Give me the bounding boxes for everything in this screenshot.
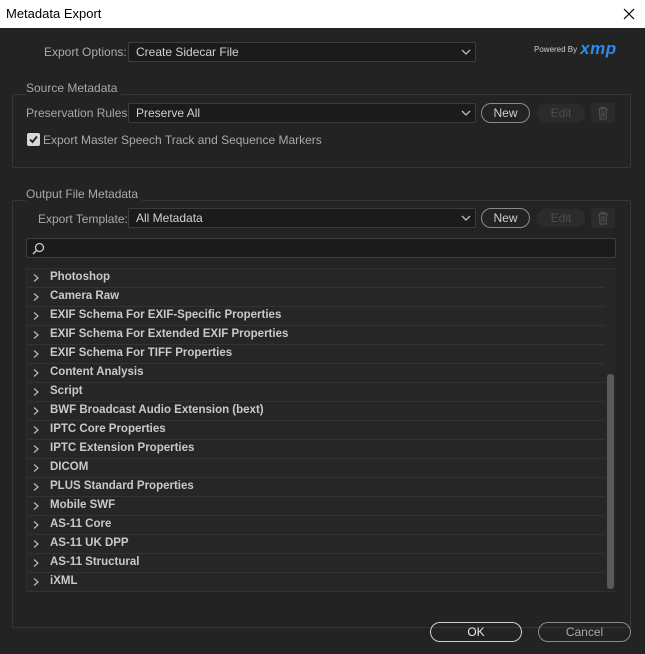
- tree-scrollbar-thumb[interactable]: [607, 374, 614, 589]
- tree-row[interactable]: Camera Raw: [27, 288, 605, 307]
- title-bar: Metadata Export: [0, 0, 645, 28]
- tree-row-label: Photoshop: [50, 271, 111, 283]
- output-delete-button[interactable]: [591, 208, 615, 228]
- chevron-right-icon[interactable]: [31, 463, 41, 473]
- metadata-search-box[interactable]: [26, 238, 616, 258]
- tree-row-label: AS-11 Core: [50, 518, 112, 530]
- source-edit-button[interactable]: Edit: [536, 103, 586, 123]
- tree-row[interactable]: DICOM: [27, 459, 605, 478]
- tree-row-label: AS-11 Structural: [50, 556, 140, 568]
- export-options-dropdown[interactable]: Create Sidecar File: [128, 42, 476, 62]
- chevron-right-icon[interactable]: [31, 520, 41, 530]
- tree-row-label: iXML: [50, 575, 78, 587]
- preservation-rules-value: Preserve All: [136, 106, 201, 120]
- tree-row-label: IPTC Extension Properties: [50, 442, 195, 454]
- tree-row[interactable]: EXIF Schema For Extended EXIF Properties: [27, 326, 605, 345]
- tree-row-label: Script: [50, 385, 83, 397]
- chevron-right-icon[interactable]: [31, 349, 41, 359]
- tree-row[interactable]: iXML: [27, 573, 605, 592]
- trash-icon: [598, 212, 608, 225]
- chevron-right-icon[interactable]: [31, 311, 41, 321]
- chevron-down-icon: [461, 110, 471, 116]
- chevron-right-icon[interactable]: [31, 577, 41, 587]
- chevron-right-icon[interactable]: [31, 406, 41, 416]
- export-template-label: Export Template:: [38, 212, 128, 226]
- tree-row[interactable]: IPTC Core Properties: [27, 421, 605, 440]
- close-icon: [623, 8, 635, 20]
- export-template-value: All Metadata: [136, 211, 203, 225]
- chevron-right-icon[interactable]: [31, 425, 41, 435]
- powered-by-text: Powered By: [534, 44, 578, 54]
- chevron-right-icon[interactable]: [31, 444, 41, 454]
- chevron-down-icon: [461, 49, 471, 55]
- export-template-dropdown[interactable]: All Metadata: [128, 208, 476, 228]
- tree-row[interactable]: Mobile SWF: [27, 497, 605, 516]
- chevron-right-icon[interactable]: [31, 292, 41, 302]
- chevron-right-icon[interactable]: [31, 368, 41, 378]
- tree-row-label: AS-11 UK DPP: [50, 537, 129, 549]
- tree-row[interactable]: Photoshop: [27, 269, 605, 288]
- tree-row[interactable]: Content Analysis: [27, 364, 605, 383]
- search-icon: [32, 242, 45, 255]
- tree-row[interactable]: EXIF Schema For TIFF Properties: [27, 345, 605, 364]
- output-metadata-title: Output File Metadata: [26, 187, 143, 201]
- ok-button[interactable]: OK: [430, 622, 522, 642]
- tree-row-label: EXIF Schema For TIFF Properties: [50, 347, 233, 359]
- tree-row-label: IPTC Core Properties: [50, 423, 166, 435]
- source-delete-button[interactable]: [591, 103, 615, 123]
- output-new-button[interactable]: New: [481, 208, 530, 228]
- preservation-rules-dropdown[interactable]: Preserve All: [128, 103, 476, 123]
- source-new-button[interactable]: New: [481, 103, 530, 123]
- tree-row[interactable]: Script: [27, 383, 605, 402]
- window-title: Metadata Export: [6, 6, 102, 21]
- xmp-brand-text: xmp: [580, 39, 617, 58]
- cancel-button[interactable]: Cancel: [538, 622, 631, 642]
- export-options-label: Export Options:: [44, 45, 127, 59]
- chevron-right-icon[interactable]: [31, 539, 41, 549]
- tree-row-label: Camera Raw: [50, 290, 120, 302]
- trash-icon: [598, 107, 608, 120]
- tree-row[interactable]: PLUS Standard Properties: [27, 478, 605, 497]
- tree-row[interactable]: BWF Broadcast Audio Extension (bext): [27, 402, 605, 421]
- tree-row[interactable]: EXIF Schema For EXIF-Specific Properties: [27, 307, 605, 326]
- tree-scrollbar[interactable]: [605, 269, 616, 591]
- export-markers-checkbox[interactable]: [27, 133, 40, 146]
- tree-row[interactable]: AS-11 Core: [27, 516, 605, 535]
- tree-row-label: Content Analysis: [50, 366, 144, 378]
- chevron-right-icon[interactable]: [31, 273, 41, 283]
- export-markers-label: Export Master Speech Track and Sequence …: [43, 133, 322, 147]
- tree-row[interactable]: AS-11 UK DPP: [27, 535, 605, 554]
- tree-row-label: EXIF Schema For EXIF-Specific Properties: [50, 309, 282, 321]
- output-edit-button[interactable]: Edit: [536, 208, 586, 228]
- tree-row-label: BWF Broadcast Audio Extension (bext): [50, 404, 264, 416]
- tree-row[interactable]: IPTC Extension Properties: [27, 440, 605, 459]
- tree-row-label: Mobile SWF: [50, 499, 116, 511]
- search-input[interactable]: [49, 239, 609, 257]
- chevron-right-icon[interactable]: [31, 558, 41, 568]
- chevron-right-icon[interactable]: [31, 482, 41, 492]
- tree-row-label: EXIF Schema For Extended EXIF Properties: [50, 328, 289, 340]
- chevron-right-icon[interactable]: [31, 330, 41, 340]
- chevron-right-icon[interactable]: [31, 501, 41, 511]
- dialog-body: Export Options: Create Sidecar File Powe…: [0, 28, 645, 654]
- tree-row-label: PLUS Standard Properties: [50, 480, 194, 492]
- source-metadata-title: Source Metadata: [26, 81, 122, 95]
- chevron-right-icon[interactable]: [31, 387, 41, 397]
- close-button[interactable]: [613, 0, 645, 28]
- export-options-value: Create Sidecar File: [136, 45, 239, 59]
- metadata-tree: Photoshop Camera Raw EXIF Schema For EXIF-…: [26, 268, 616, 592]
- preservation-rules-label: Preservation Rules:: [26, 106, 131, 120]
- tree-row[interactable]: AS-11 Structural: [27, 554, 605, 573]
- tree-row-label: DICOM: [50, 461, 89, 473]
- chevron-down-icon: [461, 215, 471, 221]
- xmp-logo: Powered By xmp: [534, 39, 617, 59]
- checkmark-icon: [29, 135, 38, 144]
